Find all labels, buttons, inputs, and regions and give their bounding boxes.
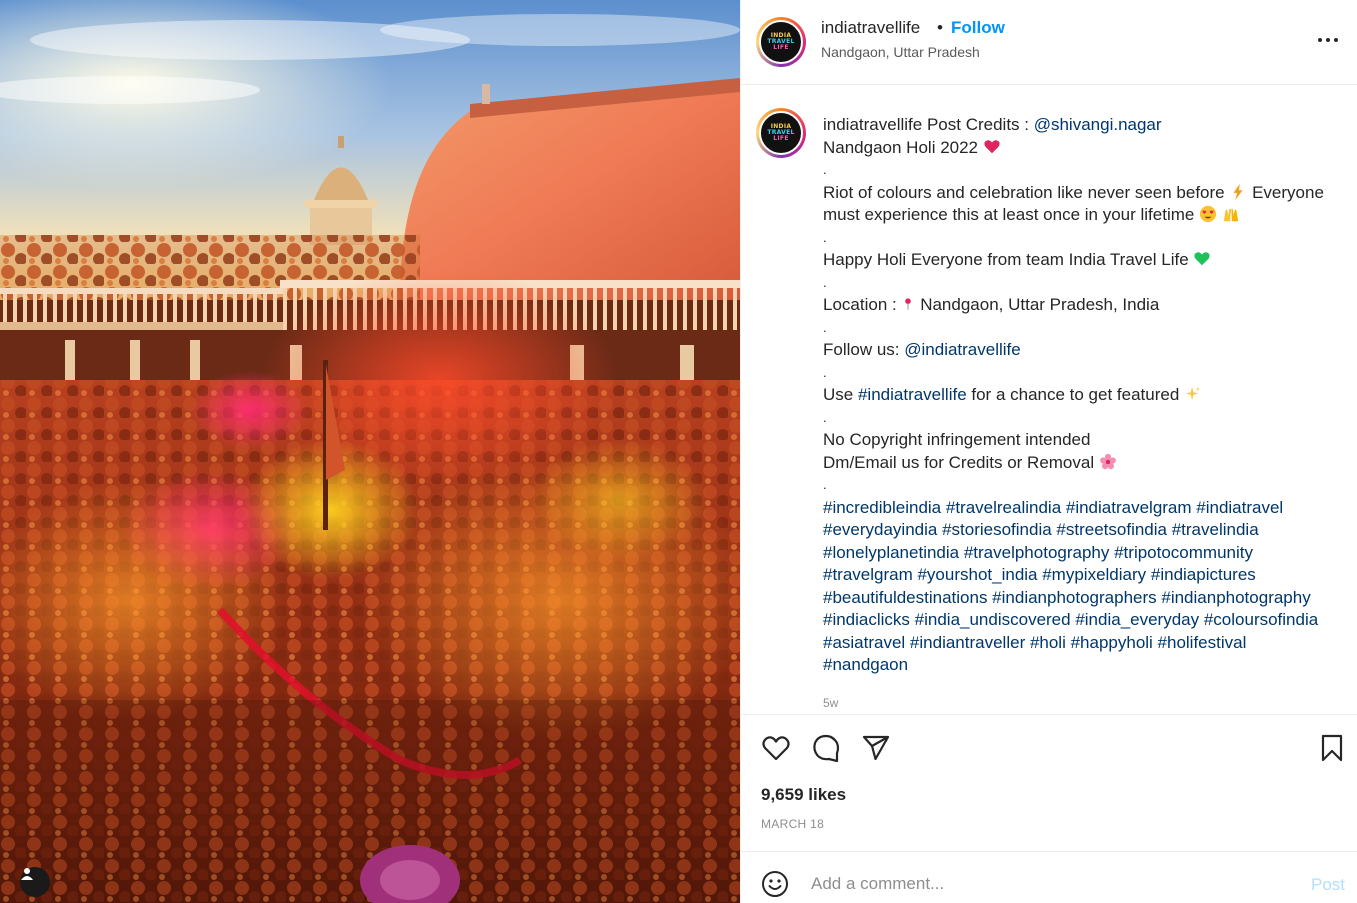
cherry-blossom-icon <box>1100 453 1116 469</box>
caption-text: indiatravellife Post Credits : @shivangi… <box>823 114 1343 677</box>
caption-removal-line: Dm/Email us for Credits or Removal <box>823 452 1095 472</box>
red-heart-icon <box>984 139 1000 153</box>
user-tag-icon <box>21 868 33 880</box>
avatar-logo: INDIA TRAVEL LIFE <box>759 111 803 155</box>
caption-dot: . <box>823 229 827 245</box>
follow-button[interactable]: Follow <box>951 18 1005 38</box>
separator-dot: • <box>937 18 943 37</box>
caption-lifetime-line: must experience this at least once in yo… <box>823 205 1195 224</box>
action-bar: 9,659 likes MARCH 18 <box>741 714 1357 851</box>
share-icon[interactable] <box>861 733 891 763</box>
avatar-logo: INDIA TRAVEL LIFE <box>759 20 803 64</box>
caption-dot: . <box>823 364 827 380</box>
author-avatar[interactable]: INDIA TRAVEL LIFE <box>756 17 806 67</box>
caption-credits-prefix: Post Credits : <box>922 115 1034 134</box>
caption-location-prefix: Location : <box>823 295 902 314</box>
author-username[interactable]: indiatravellife <box>821 18 920 38</box>
caption-follow-prefix: Follow us: <box>823 340 905 359</box>
caption-dot: . <box>823 477 827 492</box>
caption-title: Nandgaon Holi 2022 <box>823 137 979 157</box>
caption-dot: . <box>823 274 827 290</box>
user-tag-button[interactable] <box>20 867 50 897</box>
caption-use-suffix: for a chance to get featured <box>966 385 1180 404</box>
caption-use-prefix: Use <box>823 385 858 404</box>
caption-copyright-line: No Copyright infringement intended <box>823 430 1091 449</box>
save-bookmark-icon[interactable] <box>1317 733 1347 763</box>
caption-everyone-word: Everyone <box>1252 182 1324 202</box>
holi-photo-illustration <box>0 0 740 903</box>
hashtag-line[interactable]: #lonelyplanetindia #travelphotography #t… <box>823 542 1343 565</box>
post-age[interactable]: 5w <box>823 696 838 710</box>
hashtag-line[interactable]: #travelgram #yourshot_india #mypixeldiar… <box>823 564 1343 587</box>
caption-location-value: Nandgaon, Uttar Pradesh, India <box>920 295 1160 314</box>
hashtag-line[interactable]: #asiatravel #indiantraveller #holi #happ… <box>823 632 1343 655</box>
hashtag-line[interactable]: #everydayindia #storiesofindia #streetso… <box>823 519 1343 542</box>
comment-icon[interactable] <box>811 733 841 763</box>
post-date: MARCH 18 <box>761 817 825 831</box>
avatar-logo-word: LIFE <box>773 44 789 51</box>
caption-section: INDIA TRAVEL LIFE indiatravellife Post C… <box>741 86 1357 714</box>
caption-riot-line: Riot of colours and celebration like nev… <box>823 182 1225 202</box>
hashtag-line[interactable]: #nandgaon <box>823 654 1343 677</box>
like-heart-icon[interactable] <box>761 733 791 763</box>
caption-dot: . <box>823 319 827 335</box>
credits-handle-link[interactable]: @shivangi.nagar <box>1034 115 1162 134</box>
sparkles-icon <box>1185 386 1201 401</box>
hashtag-list: #incredibleindia #travelrealindia #india… <box>823 497 1343 677</box>
hashtag-line[interactable]: #incredibleindia #travelrealindia #india… <box>823 497 1343 520</box>
post-sidebar: INDIA TRAVEL LIFE indiatravellife • Foll… <box>740 0 1357 903</box>
hashtag-line[interactable]: #beautifuldestinations #indianphotograph… <box>823 587 1343 610</box>
post-header: INDIA TRAVEL LIFE indiatravellife • Foll… <box>741 0 1357 85</box>
caption-happy-line: Happy Holi Everyone from team India Trav… <box>823 250 1189 269</box>
emoji-icon[interactable] <box>761 870 789 898</box>
caption-dot: . <box>823 162 827 177</box>
more-options-icon[interactable] <box>1313 30 1343 50</box>
caption-username[interactable]: indiatravellife <box>823 115 922 134</box>
pushpin-icon <box>905 298 912 310</box>
hashtag-line[interactable]: #indiaclicks #india_undiscovered #india_… <box>823 609 1343 632</box>
likes-count[interactable]: 9,659 likes <box>761 785 846 805</box>
comment-input[interactable] <box>811 870 1271 898</box>
post-photo[interactable] <box>0 0 740 903</box>
post-comment-button[interactable]: Post <box>1311 875 1345 895</box>
post-location[interactable]: Nandgaon, Uttar Pradesh <box>821 44 980 60</box>
caption-author-avatar[interactable]: INDIA TRAVEL LIFE <box>756 108 806 158</box>
heart-eyes-emoji-icon <box>1199 205 1217 223</box>
featured-hashtag-link[interactable]: #indiatravellife <box>858 385 967 404</box>
follow-handle-link[interactable]: @indiatravellife <box>904 340 1020 359</box>
green-heart-icon <box>1194 252 1211 266</box>
avatar-logo-word: LIFE <box>773 135 789 142</box>
caption-dot: . <box>823 409 827 425</box>
raising-hands-emoji-icon <box>1223 208 1239 222</box>
comment-bar: Post <box>741 851 1357 903</box>
lightning-icon <box>1233 183 1243 200</box>
